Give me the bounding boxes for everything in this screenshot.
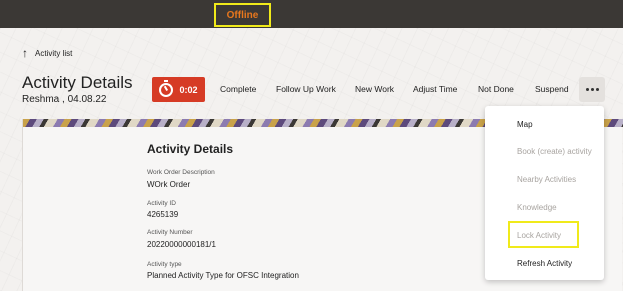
not-done-button[interactable]: Not Done (478, 84, 514, 94)
menu-item-nearby-activities[interactable]: Nearby Activities (517, 175, 576, 184)
field-label-activity-type: Activity type (147, 261, 182, 268)
adjust-time-button[interactable]: Adjust Time (413, 84, 457, 94)
menu-item-knowledge[interactable]: Knowledge (517, 203, 557, 212)
field-value-activity-type: Planned Activity Type for OFSC Integrati… (147, 271, 299, 280)
field-label-activity-number: Activity Number (147, 229, 193, 236)
lock-activity-highlight-box (508, 221, 579, 248)
timer-label: 0:02 (179, 84, 198, 95)
more-actions-menu: Map Book (create) activity Nearby Activi… (485, 106, 604, 280)
page-title: Activity Details (22, 73, 133, 92)
back-to-activity-list-link[interactable]: ↑ Activity list (22, 46, 72, 60)
more-horizontal-icon (595, 88, 599, 91)
menu-item-refresh-activity[interactable]: Refresh Activity (517, 259, 572, 268)
field-label-activity-id: Activity ID (147, 200, 176, 207)
offline-indicator: Offline (214, 3, 271, 27)
stopwatch-icon (159, 79, 174, 97)
menu-item-book-activity[interactable]: Book (create) activity (517, 147, 592, 156)
top-bar: Offline (0, 0, 623, 28)
complete-button[interactable]: Complete (220, 84, 256, 94)
field-value-work-order-description: WOrk Order (147, 180, 191, 189)
section-title: Activity Details (147, 142, 234, 156)
timer-button[interactable]: 0:02 (152, 77, 205, 102)
field-label-work-order-description: Work Order Description (147, 169, 215, 176)
offline-label: Offline (226, 9, 259, 21)
menu-item-map[interactable]: Map (517, 120, 533, 129)
field-value-activity-number: 20220000000181/1 (147, 240, 216, 249)
new-work-button[interactable]: New Work (355, 84, 394, 94)
more-actions-button[interactable] (579, 77, 605, 102)
field-value-activity-id: 4265139 (147, 210, 179, 219)
back-link-label: Activity list (35, 48, 73, 58)
follow-up-work-button[interactable]: Follow Up Work (276, 84, 336, 94)
more-horizontal-icon (590, 88, 594, 91)
more-horizontal-icon (585, 88, 589, 91)
arrow-up-icon: ↑ (22, 46, 28, 60)
suspend-button[interactable]: Suspend (535, 84, 569, 94)
page-subtitle: Reshma , 04.08.22 (22, 94, 107, 105)
